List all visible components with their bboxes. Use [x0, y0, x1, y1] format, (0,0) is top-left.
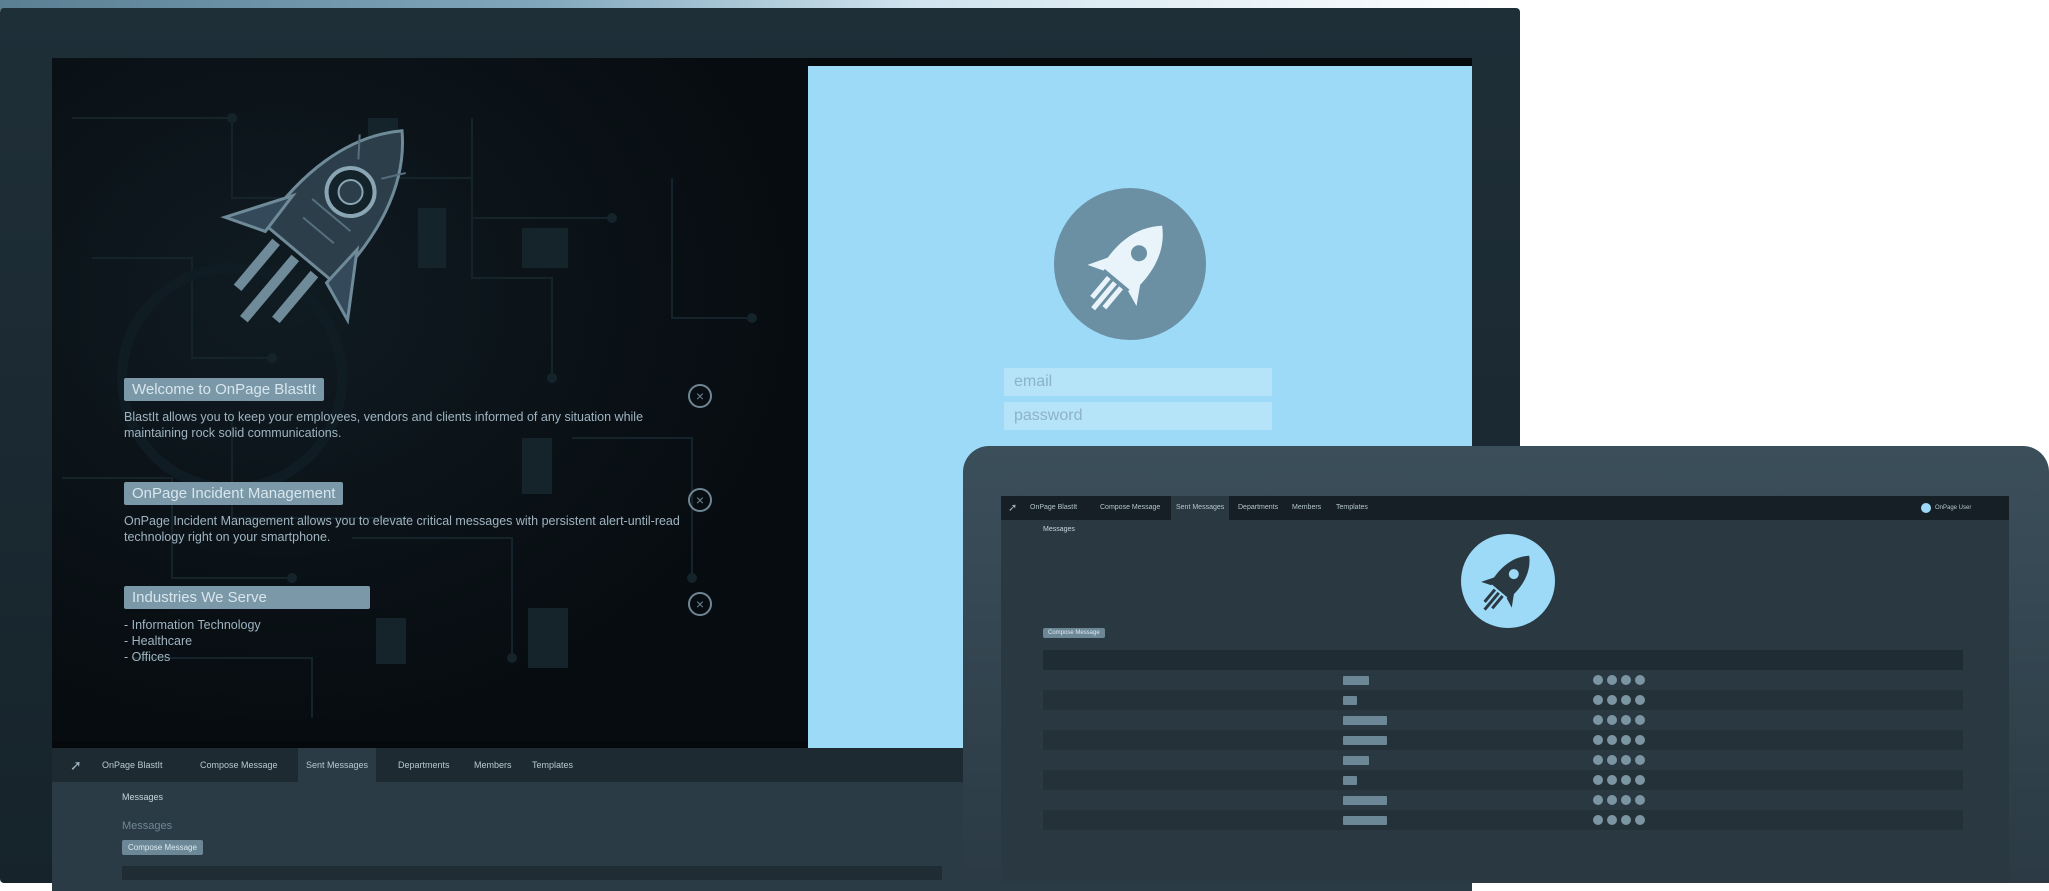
accordion-body: OnPage Incident Management allows you to… [124, 514, 680, 544]
hero-panel: Welcome to OnPage BlastIt BlastIt allows… [52, 58, 808, 741]
action-icon[interactable] [1593, 735, 1603, 745]
status-badge [1343, 796, 1387, 805]
tab-compose-message[interactable]: Compose Message [1095, 496, 1165, 520]
action-icon[interactable] [1607, 815, 1617, 825]
collapse-icon[interactable]: × [688, 488, 712, 512]
tab-members[interactable]: Members [466, 748, 520, 782]
action-icon[interactable] [1621, 815, 1631, 825]
compose-message-button[interactable]: Compose Message [122, 840, 203, 855]
action-icon[interactable] [1607, 715, 1617, 725]
rocket-illustration-icon [220, 129, 406, 325]
table-row[interactable] [1043, 710, 1963, 730]
brand-rocket-icon[interactable]: ➚ [1003, 496, 1022, 520]
table-row[interactable] [1043, 750, 1963, 770]
status-badge [1343, 776, 1357, 785]
accordion-body: - Information Technology - Healthcare - … [124, 617, 684, 665]
tab-departments[interactable]: Departments [390, 748, 458, 782]
action-icon[interactable] [1635, 795, 1645, 805]
action-icon[interactable] [1593, 775, 1603, 785]
messages-table-header [122, 866, 942, 880]
avatar[interactable] [1921, 503, 1931, 513]
action-icon[interactable] [1593, 695, 1603, 705]
status-badge [1343, 696, 1357, 705]
collapse-icon[interactable]: × [688, 592, 712, 616]
rocket-logo-icon [1054, 188, 1206, 340]
accordion-item-welcome: Welcome to OnPage BlastIt BlastIt allows… [124, 378, 684, 441]
section-label: Messages [122, 820, 173, 832]
page-title: Messages [122, 792, 164, 802]
table-row[interactable] [1043, 770, 1963, 790]
email-field[interactable] [1004, 368, 1272, 396]
accordion-item-industries: Industries We Serve - Information Techno… [124, 586, 684, 665]
action-icon[interactable] [1635, 755, 1645, 765]
action-icon[interactable] [1607, 775, 1617, 785]
table-row[interactable] [1043, 810, 1963, 830]
table-row[interactable] [1043, 730, 1963, 750]
action-icon[interactable] [1607, 795, 1617, 805]
action-icon[interactable] [1621, 675, 1631, 685]
status-badge [1343, 716, 1387, 725]
compose-message-button[interactable]: Compose Message [1043, 628, 1105, 638]
action-icon[interactable] [1635, 775, 1645, 785]
tab-compose-message[interactable]: Compose Message [192, 748, 286, 782]
messages-table [1043, 650, 1963, 830]
table-header-row [1043, 650, 1963, 670]
user-menu[interactable]: OnPage User [1935, 496, 1971, 520]
action-icon[interactable] [1621, 715, 1631, 725]
brand-rocket-icon[interactable]: ➚ [62, 748, 90, 782]
status-badge [1343, 756, 1369, 765]
action-icon[interactable] [1621, 795, 1631, 805]
tab-onpage-blastit[interactable]: OnPage BlastIt [1025, 496, 1082, 520]
tab-templates[interactable]: Templates [524, 748, 581, 782]
action-icon[interactable] [1635, 815, 1645, 825]
action-icon[interactable] [1593, 755, 1603, 765]
list-item: - Offices [124, 650, 171, 664]
action-icon[interactable] [1635, 735, 1645, 745]
action-icon[interactable] [1621, 775, 1631, 785]
action-icon[interactable] [1635, 675, 1645, 685]
rocket-logo-icon [1461, 534, 1555, 628]
action-icon[interactable] [1593, 795, 1603, 805]
tab-members[interactable]: Members [1287, 496, 1326, 520]
accordion-body: BlastIt allows you to keep your employee… [124, 410, 644, 440]
action-icon[interactable] [1607, 695, 1617, 705]
accordion-title[interactable]: OnPage Incident Management [124, 482, 344, 505]
action-icon[interactable] [1621, 695, 1631, 705]
password-field[interactable] [1004, 402, 1272, 430]
action-icon[interactable] [1621, 755, 1631, 765]
accordion-item-incident: OnPage Incident Management OnPage Incide… [124, 482, 684, 545]
action-icon[interactable] [1635, 715, 1645, 725]
action-icon[interactable] [1593, 675, 1603, 685]
status-badge [1343, 816, 1387, 825]
status-badge [1343, 676, 1369, 685]
status-badge [1343, 736, 1387, 745]
accordion-title[interactable]: Industries We Serve [124, 586, 370, 609]
table-row[interactable] [1043, 790, 1963, 810]
table-row[interactable] [1043, 690, 1963, 710]
action-icon[interactable] [1607, 755, 1617, 765]
list-item: - Healthcare [124, 634, 193, 648]
tab-onpage-blastit[interactable]: OnPage BlastIt [94, 748, 171, 782]
tab-sent-messages[interactable]: Sent Messages [1171, 496, 1230, 520]
action-icon[interactable] [1607, 735, 1617, 745]
action-icon[interactable] [1635, 695, 1645, 705]
page-title: Messages [1043, 526, 1075, 533]
collapse-icon[interactable]: × [688, 384, 712, 408]
action-icon[interactable] [1593, 715, 1603, 725]
laptop-frame: ➚ OnPage BlastIt Compose Message Sent Me… [963, 446, 2049, 883]
tab-sent-messages[interactable]: Sent Messages [298, 748, 377, 782]
action-icon[interactable] [1593, 815, 1603, 825]
action-icon[interactable] [1621, 735, 1631, 745]
table-row[interactable] [1043, 670, 1963, 690]
accordion-title[interactable]: Welcome to OnPage BlastIt [124, 378, 324, 401]
list-item: - Information Technology [124, 618, 261, 632]
laptop-screen: ➚ OnPage BlastIt Compose Message Sent Me… [1001, 496, 2009, 883]
tab-templates[interactable]: Templates [1331, 496, 1373, 520]
tab-departments[interactable]: Departments [1233, 496, 1283, 520]
action-icon[interactable] [1607, 675, 1617, 685]
